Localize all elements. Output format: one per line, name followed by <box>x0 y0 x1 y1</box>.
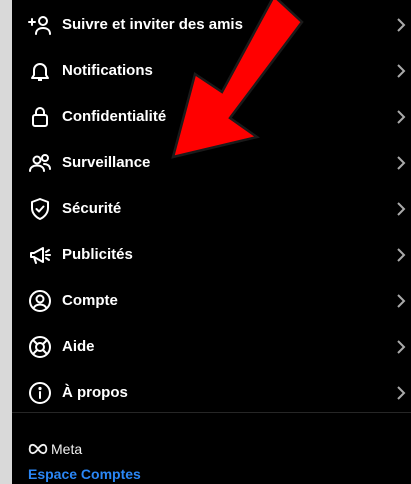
add-person-icon <box>28 13 52 37</box>
chevron-right-icon <box>395 153 407 173</box>
chevron-right-icon <box>395 291 407 311</box>
lifebuoy-icon <box>28 335 52 359</box>
menu-item-about[interactable]: À propos <box>12 370 411 416</box>
menu-item-label: Aide <box>62 338 95 355</box>
bell-icon <box>28 59 52 83</box>
menu-item-label: Sécurité <box>62 200 122 217</box>
chevron-right-icon <box>395 337 407 357</box>
info-icon <box>28 381 52 405</box>
menu-item-label: Notifications <box>62 62 153 79</box>
menu-item-label: Suivre et inviter des amis <box>62 16 243 33</box>
accounts-center-link[interactable]: Espace Comptes <box>28 466 141 482</box>
menu-item-label: Compte <box>62 292 118 309</box>
menu-item-label: Surveillance <box>62 154 151 171</box>
menu-item-supervision[interactable]: Surveillance <box>12 140 411 186</box>
menu-item-account[interactable]: Compte <box>12 278 411 324</box>
menu-item-help[interactable]: Aide <box>12 324 411 370</box>
menu-item-privacy[interactable]: Confidentialité <box>12 94 411 140</box>
menu-item-label: Publicités <box>62 246 133 263</box>
lock-icon <box>28 105 52 129</box>
chevron-right-icon <box>395 61 407 81</box>
settings-screen: Suivre et inviter des amis Notifications… <box>12 0 411 484</box>
people-icon <box>28 151 52 175</box>
menu-item-label: Confidentialité <box>62 108 167 125</box>
shield-icon <box>28 197 52 221</box>
meta-logo: Meta <box>28 439 82 459</box>
chevron-right-icon <box>395 199 407 219</box>
infinity-icon <box>28 443 48 455</box>
menu-item-label: À propos <box>62 384 128 401</box>
menu-item-security[interactable]: Sécurité <box>12 186 411 232</box>
menu-item-notifications[interactable]: Notifications <box>12 48 411 94</box>
chevron-right-icon <box>395 107 407 127</box>
divider <box>12 412 411 413</box>
menu-item-follow-invite-friends[interactable]: Suivre et inviter des amis <box>12 2 411 48</box>
account-circle-icon <box>28 289 52 313</box>
menu-item-ads[interactable]: Publicités <box>12 232 411 278</box>
megaphone-icon <box>28 243 52 267</box>
meta-brand-text: Meta <box>51 441 83 457</box>
chevron-right-icon <box>395 383 407 403</box>
chevron-right-icon <box>395 245 407 265</box>
chevron-right-icon <box>395 15 407 35</box>
